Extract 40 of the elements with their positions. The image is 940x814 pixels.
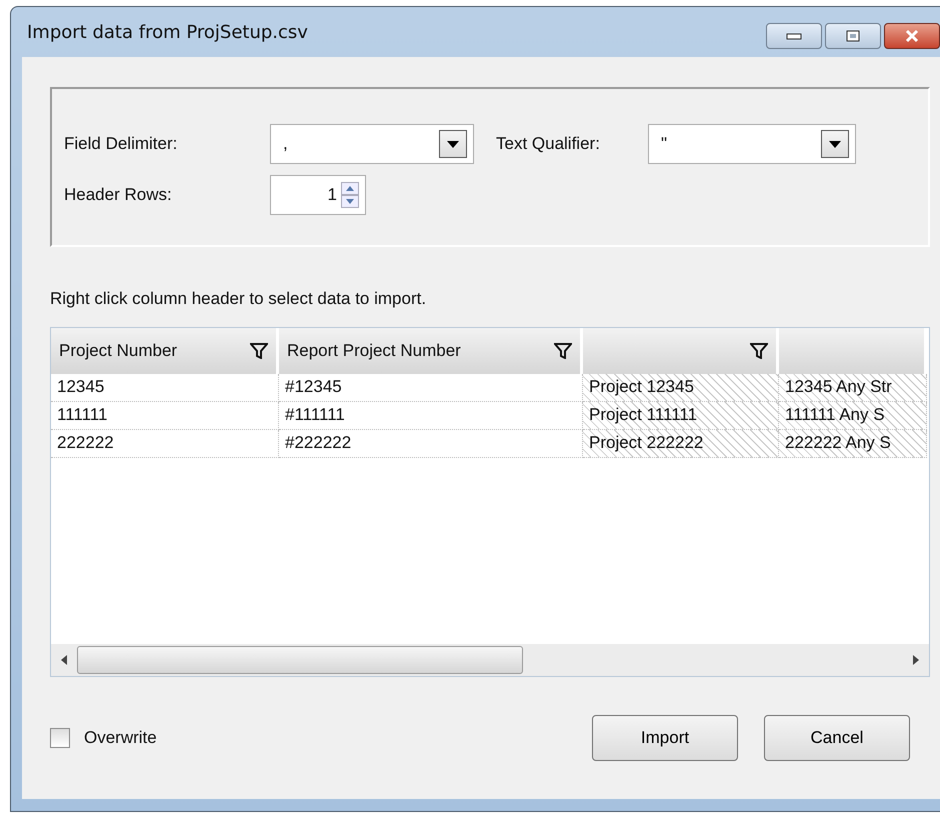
table-cell: 12345 bbox=[51, 374, 279, 402]
overwrite-checkbox[interactable]: Overwrite bbox=[50, 728, 157, 748]
table-cell: Project 12345 bbox=[583, 374, 779, 402]
close-button[interactable] bbox=[884, 23, 940, 49]
number-spinner[interactable]: 1 bbox=[270, 175, 366, 215]
dropdown[interactable]: " bbox=[648, 124, 856, 164]
filter-icon bbox=[250, 343, 268, 359]
table-cell: Project 222222 bbox=[583, 430, 779, 458]
column-header[interactable] bbox=[583, 328, 779, 374]
hint-text: Right click column header to select data to import. bbox=[50, 289, 428, 309]
filter-icon bbox=[554, 343, 572, 359]
scrollbar-thumb[interactable] bbox=[77, 646, 523, 674]
column-header[interactable] bbox=[779, 328, 927, 374]
table-cell: 111111 bbox=[51, 402, 279, 430]
column-header[interactable]: Report Project Number bbox=[279, 328, 583, 374]
table-cell: 222222 Any S bbox=[779, 430, 927, 458]
field-label: Header Rows: bbox=[64, 185, 173, 205]
import-button[interactable]: Import bbox=[592, 715, 738, 761]
filter-icon bbox=[750, 343, 768, 359]
minimize-icon bbox=[786, 32, 802, 40]
window-title: Import data from ProjSetup.csv bbox=[27, 22, 309, 42]
dropdown-arrow-icon bbox=[828, 140, 841, 148]
table-cell: 222222 bbox=[51, 430, 279, 458]
column-header[interactable]: Project Number bbox=[51, 328, 279, 374]
dropdown-arrow-icon bbox=[447, 140, 459, 148]
table-cell: 12345 Any Str bbox=[779, 374, 927, 402]
table-cell: Project 111111 bbox=[583, 402, 779, 430]
spin-arrows-icon bbox=[341, 182, 359, 208]
table-cell: 111111 Any S bbox=[779, 402, 927, 430]
scroll-left-icon bbox=[59, 654, 69, 666]
maximize-icon bbox=[845, 30, 861, 42]
field-label: Field Delimiter: bbox=[64, 134, 178, 154]
dropdown[interactable]: , bbox=[270, 124, 474, 164]
field-label: Text Qualifier: bbox=[496, 134, 600, 154]
scroll-right-icon bbox=[911, 654, 921, 666]
horizontal-scrollbar[interactable] bbox=[51, 644, 929, 676]
minimize-button[interactable] bbox=[766, 23, 822, 49]
maximize-button[interactable] bbox=[825, 23, 881, 49]
close-icon bbox=[904, 29, 920, 43]
cancel-button[interactable]: Cancel bbox=[764, 715, 910, 761]
